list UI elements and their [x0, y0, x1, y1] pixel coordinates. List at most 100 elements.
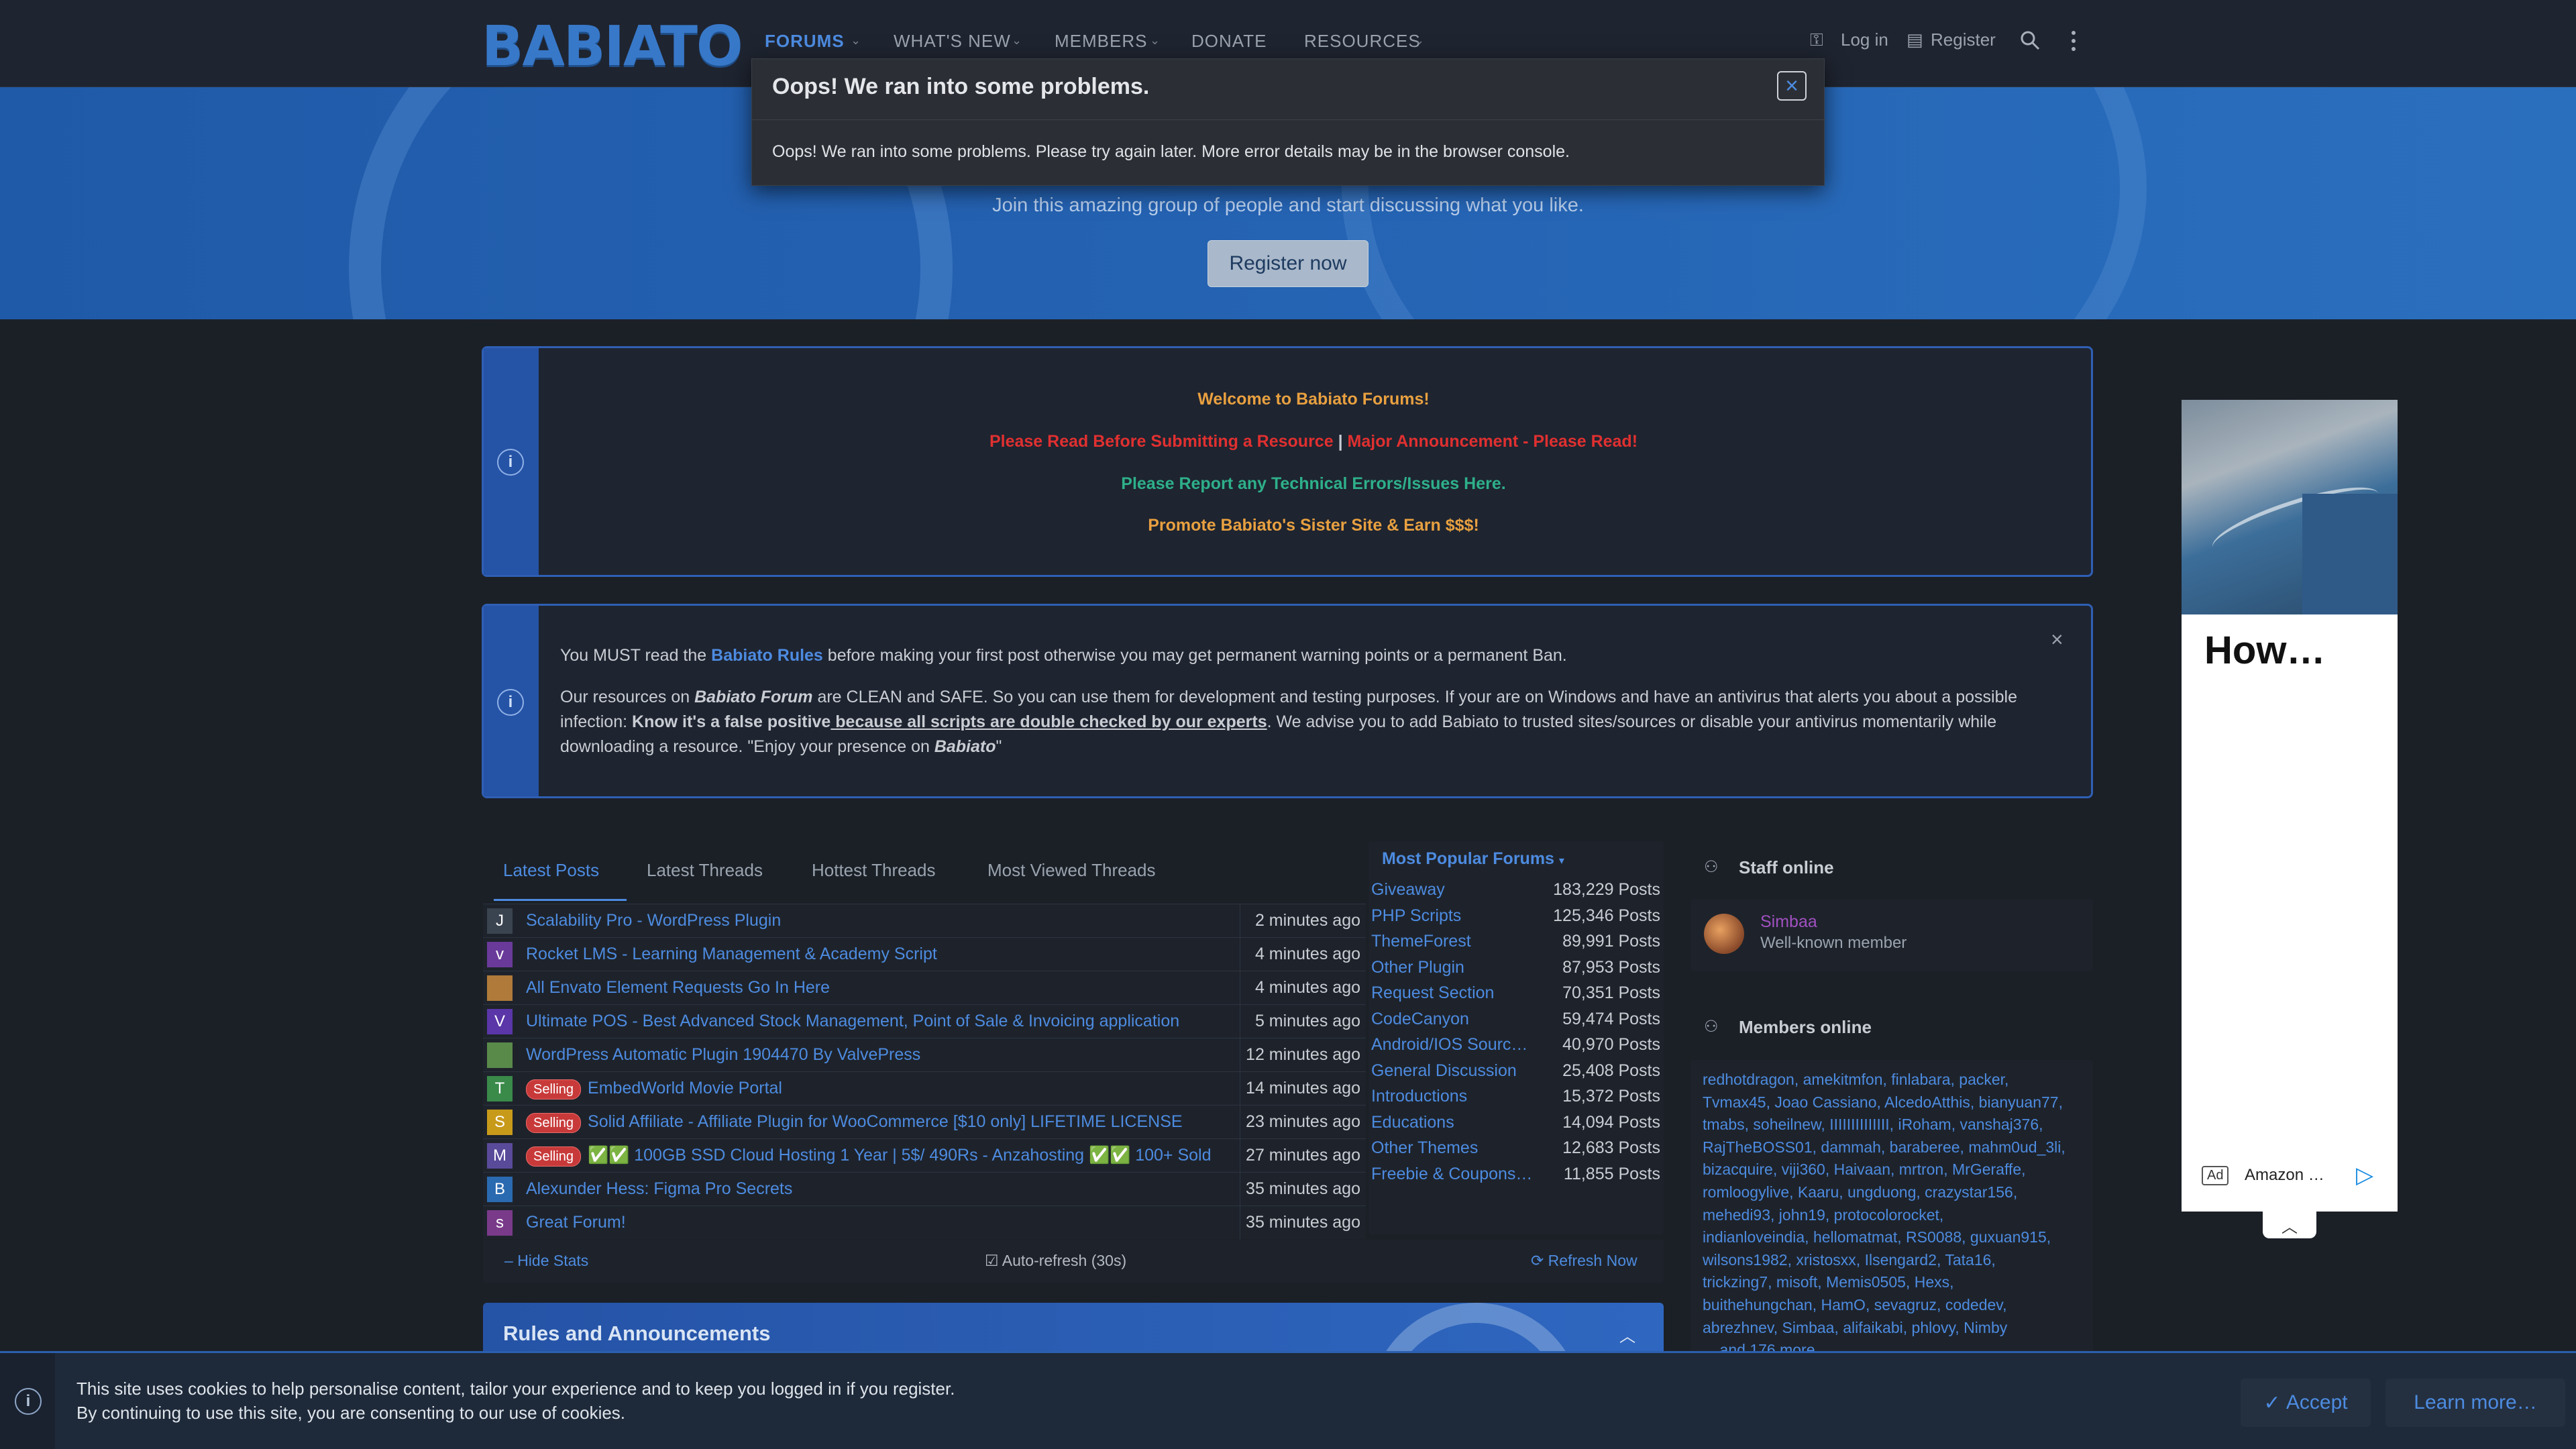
popular-forum-link[interactable]: Other Themes — [1371, 1138, 1539, 1158]
learn-more-button[interactable]: Learn more… — [2385, 1379, 2565, 1427]
table-row[interactable]: J Scalability Pro - WordPress Plugin 2 min… — [483, 904, 1366, 938]
thread-title[interactable]: Rocket LMS - Learning Management & Acade… — [526, 945, 937, 964]
ad-image[interactable] — [2182, 400, 2398, 614]
ad-headline[interactable]: How… — [2204, 628, 2325, 673]
tab-hottest-threads[interactable]: Hottest Threads — [812, 860, 936, 881]
member-line[interactable]: tmabs, soheilnew, IIIIIIIIIIIIII, iRoham… — [1703, 1116, 2085, 1134]
promote-link[interactable]: Promote Babiato's Sister Site & Earn $$$… — [539, 516, 2088, 535]
thread-title-text[interactable]: Ultimate POS - Best Advanced Stock Manag… — [526, 1012, 1179, 1030]
popular-forums-header[interactable]: Most Popular Forums ▾ — [1382, 849, 1564, 869]
nav-members[interactable]: MEMBERS — [1055, 31, 1147, 52]
register-now-button[interactable]: Register now — [1208, 240, 1368, 287]
major-announcement-link[interactable]: Major Announcement - Please Read! — [1348, 432, 1638, 451]
thread-title-text[interactable]: WordPress Automatic Plugin 1904470 By Va… — [526, 1045, 920, 1064]
tab-latest-posts[interactable]: Latest Posts — [503, 860, 599, 881]
member-line[interactable]: buithehungchan, HamO, sevagruz, codedev, — [1703, 1296, 2085, 1314]
avatar[interactable]: v — [487, 942, 513, 967]
thread-title[interactable]: Selling Solid Affiliate - Affiliate Plugi… — [526, 1112, 1183, 1133]
more-options-icon[interactable] — [2069, 30, 2078, 52]
thread-title[interactable]: Selling EmbedWorld Movie Portal — [526, 1079, 782, 1099]
report-errors-link[interactable]: Please Report any Technical Errors/Issue… — [539, 474, 2088, 494]
popular-forum-link[interactable]: Introductions — [1371, 1087, 1539, 1106]
avatar[interactable]: s — [487, 1210, 513, 1236]
nav-forums[interactable]: FORUMS — [765, 31, 845, 52]
thread-title-text[interactable]: Great Forum! — [526, 1213, 626, 1232]
popular-forum-link[interactable]: Educations — [1371, 1113, 1539, 1132]
thread-title-text[interactable]: Rocket LMS - Learning Management & Acade… — [526, 945, 937, 963]
avatar[interactable]: S — [487, 1110, 513, 1135]
close-button[interactable]: × — [1777, 71, 1807, 101]
collapse-icon[interactable]: ︿ — [1619, 1323, 1635, 1346]
site-logo[interactable]: BABIATO — [482, 15, 743, 78]
avatar[interactable]: V — [487, 1009, 513, 1034]
tab-latest-threads[interactable]: Latest Threads — [647, 860, 763, 881]
nav-resources[interactable]: RESOURCES — [1304, 31, 1421, 52]
popular-forum-link[interactable]: Giveaway — [1371, 880, 1539, 900]
avatar[interactable] — [1704, 914, 1744, 954]
thread-title[interactable]: Ultimate POS - Best Advanced Stock Manag… — [526, 1012, 1179, 1031]
chevron-down-icon[interactable]: ⌄ — [851, 34, 861, 48]
thread-title-text[interactable]: All Envato Element Requests Go In Here — [526, 978, 830, 997]
popular-forum-link[interactable]: General Discussion — [1371, 1061, 1539, 1081]
thread-title[interactable]: WordPress Automatic Plugin 1904470 By Va… — [526, 1045, 920, 1065]
member-line[interactable]: abrezhnev, Simbaa, alifaikabi, phlovy, N… — [1703, 1319, 2085, 1337]
table-row[interactable]: B Alexunder Hess: Figma Pro Secrets 35 min… — [483, 1172, 1366, 1206]
table-row[interactable]: T Selling EmbedWorld Movie Portal 14 minute… — [483, 1071, 1366, 1106]
table-row[interactable]: s Great Forum! 35 minutes ago — [483, 1205, 1366, 1240]
thread-title-text[interactable]: Scalability Pro - WordPress Plugin — [526, 911, 781, 930]
thread-title[interactable]: Great Forum! — [526, 1213, 626, 1232]
avatar[interactable] — [487, 1042, 513, 1068]
chevron-down-icon[interactable]: ⌄ — [1150, 34, 1160, 48]
ad-brand[interactable]: Amazon … — [2245, 1166, 2324, 1185]
member-line[interactable]: bizacquire, viji360, Haivaan, mrtron, Mr… — [1703, 1161, 2085, 1179]
avatar[interactable] — [487, 975, 513, 1001]
popular-forum-link[interactable]: CodeCanyon — [1371, 1010, 1539, 1029]
hide-stats-link[interactable]: – Hide Stats — [504, 1252, 588, 1270]
table-row[interactable]: All Envato Element Requests Go In Here 4 … — [483, 971, 1366, 1005]
play-icon[interactable]: ▷ — [2356, 1162, 2373, 1189]
babiato-rules-link[interactable]: Babiato Rules — [711, 646, 823, 665]
thread-title[interactable]: Selling ✅✅ 100GB SSD Cloud Hosting 1 Year… — [526, 1146, 1212, 1167]
search-icon[interactable] — [2019, 30, 2040, 50]
member-line[interactable]: indianloveindia, hellomatmat, RS0088, gu… — [1703, 1228, 2085, 1246]
read-before-link[interactable]: Please Read Before Submitting a Resource — [989, 432, 1334, 451]
popular-forum-link[interactable]: Other Plugin — [1371, 958, 1539, 977]
nav-whats-new[interactable]: WHAT'S NEW — [894, 31, 1011, 52]
accept-button[interactable]: ✓ Accept — [2241, 1379, 2371, 1427]
popular-forum-link[interactable]: Freebie & Coupons… — [1371, 1165, 1539, 1184]
ad-banner[interactable]: How… Ad Amazon … ▷ — [2182, 400, 2398, 1212]
tab-most-viewed-threads[interactable]: Most Viewed Threads — [987, 860, 1156, 881]
table-row[interactable]: v Rocket LMS - Learning Management & Acad… — [483, 937, 1366, 971]
popular-forum-link[interactable]: PHP Scripts — [1371, 906, 1539, 926]
table-row[interactable]: V Ultimate POS - Best Advanced Stock Mana… — [483, 1004, 1366, 1038]
chevron-down-icon[interactable]: ⌄ — [1012, 34, 1022, 48]
table-row[interactable]: M Selling ✅✅ 100GB SSD Cloud Hosting 1 Yea… — [483, 1138, 1366, 1173]
member-line[interactable]: RajTheBOSS01, dammah, baraberee, mahm0ud… — [1703, 1138, 2085, 1157]
nav-donate[interactable]: DONATE — [1191, 31, 1267, 52]
member-line[interactable]: mehedi93, john19, protocolorocket, — [1703, 1206, 2085, 1224]
register-link[interactable]: Register — [1931, 30, 1996, 50]
thread-title[interactable]: Scalability Pro - WordPress Plugin — [526, 911, 781, 930]
thread-title[interactable]: Alexunder Hess: Figma Pro Secrets — [526, 1179, 792, 1199]
thread-title-text[interactable]: Solid Affiliate - Affiliate Plugin for W… — [588, 1112, 1183, 1131]
member-line[interactable]: romloogylive, Kaaru, ungduong, crazystar… — [1703, 1183, 2085, 1201]
table-row[interactable]: S Selling Solid Affiliate - Affiliate Plug… — [483, 1105, 1366, 1139]
avatar[interactable]: J — [487, 908, 513, 934]
thread-title-text[interactable]: EmbedWorld Movie Portal — [588, 1079, 782, 1097]
member-line[interactable]: wilsons1982, xristosxx, Ilsengard2, Tata… — [1703, 1251, 2085, 1269]
popular-forum-link[interactable]: ThemeForest — [1371, 932, 1539, 951]
avatar[interactable]: T — [487, 1076, 513, 1102]
login-link[interactable]: Log in — [1841, 30, 1888, 50]
auto-refresh-toggle[interactable]: ☑ Auto-refresh (30s) — [985, 1252, 1126, 1270]
member-line[interactable]: redhotdragon, amekitmfon, finlabara, pac… — [1703, 1071, 2085, 1089]
avatar[interactable]: B — [487, 1177, 513, 1202]
member-line[interactable]: Tvmax45, Joao Cassiano, AlcedoAtthis, bi… — [1703, 1093, 2085, 1112]
refresh-now-link[interactable]: ⟳ Refresh Now — [1531, 1252, 1638, 1270]
table-row[interactable]: WordPress Automatic Plugin 1904470 By Va… — [483, 1038, 1366, 1072]
staff-member-name[interactable]: Simbaa — [1760, 912, 1817, 932]
ad-collapse-icon[interactable]: ︿ — [2263, 1212, 2316, 1238]
thread-title-text[interactable]: Alexunder Hess: Figma Pro Secrets — [526, 1179, 792, 1198]
chevron-down-icon[interactable]: ⌄ — [1414, 34, 1424, 48]
avatar[interactable]: M — [487, 1143, 513, 1169]
popular-forum-link[interactable]: Android/IOS Sourc… — [1371, 1035, 1539, 1055]
